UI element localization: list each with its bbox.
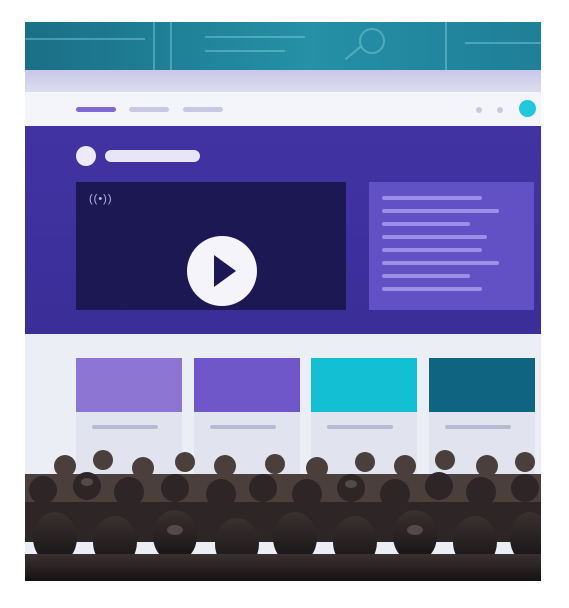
play-icon[interactable] (187, 236, 257, 306)
video-player[interactable]: ((•)) (76, 182, 346, 310)
illustration-frame: ((•)) (25, 22, 541, 581)
card-title-placeholder (92, 425, 158, 429)
card-title-placeholder (445, 425, 511, 429)
nav-dot[interactable] (497, 107, 503, 113)
audience-photo (25, 442, 541, 581)
text-line (382, 235, 487, 239)
card-thumbnail (76, 358, 182, 412)
description-panel (369, 182, 534, 310)
avatar[interactable] (76, 146, 96, 166)
profile-avatar[interactable] (519, 100, 536, 117)
text-line (382, 261, 499, 265)
text-line (382, 248, 482, 252)
top-navigation (25, 92, 541, 126)
text-line (382, 209, 499, 213)
live-broadcast-icon: ((•)) (89, 193, 113, 205)
audience-silhouettes (25, 450, 541, 581)
card-thumbnail (311, 358, 417, 412)
text-line (382, 274, 470, 278)
text-line (382, 222, 470, 226)
browser-bar (25, 70, 541, 92)
nav-dot[interactable] (476, 107, 482, 113)
nav-item-active[interactable] (76, 107, 116, 112)
nav-item[interactable] (183, 107, 223, 112)
card-thumbnail (429, 358, 535, 412)
card-title-placeholder (327, 425, 393, 429)
magnifier-icon (359, 28, 385, 54)
header-banner (25, 22, 541, 70)
nav-item[interactable] (129, 107, 169, 112)
card-thumbnail (194, 358, 300, 412)
channel-name-placeholder (105, 150, 200, 162)
text-line (382, 196, 482, 200)
text-line (382, 287, 482, 291)
hero-section: ((•)) (25, 126, 541, 334)
card-title-placeholder (210, 425, 276, 429)
